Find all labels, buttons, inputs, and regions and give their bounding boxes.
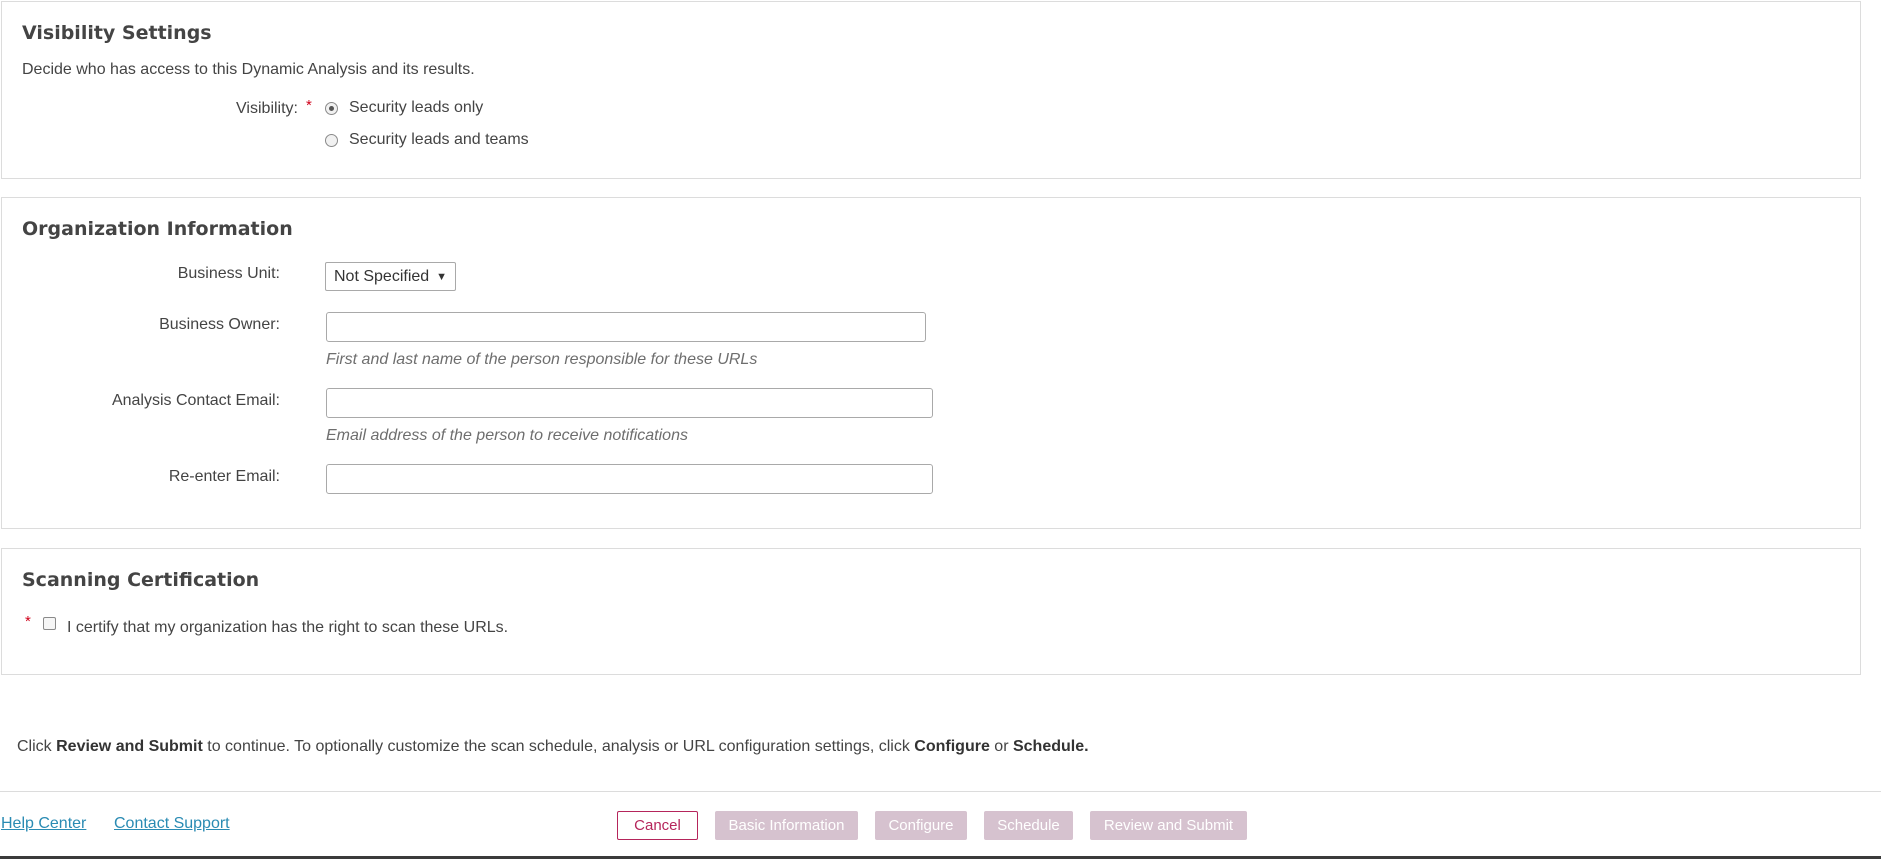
basic-information-button[interactable]: Basic Information (715, 811, 858, 840)
business-unit-label: Business Unit: (177, 265, 280, 282)
certification-required-marker: * (25, 613, 31, 630)
radio-button[interactable] (325, 133, 338, 147)
visibility-label: Visibility: (236, 100, 298, 117)
reenter-email-input[interactable] (326, 464, 933, 494)
radio-button[interactable] (325, 101, 338, 115)
business-unit-value: Not Specified (334, 267, 430, 285)
instructions-text: Click Review and Submit to continue. To … (17, 738, 1089, 756)
review-and-submit-button[interactable]: Review and Submit (1090, 811, 1247, 840)
visibility-required-marker: * (306, 97, 312, 114)
help-center-link[interactable]: Help Center (1, 815, 86, 833)
business-unit-select[interactable]: Not Specified ▼ (325, 262, 456, 291)
radio-label: Security leads only (349, 99, 484, 116)
visibility-settings-title: Visibility Settings (22, 22, 212, 44)
analysis-contact-email-hint: Email address of the person to receive n… (326, 427, 688, 444)
organization-information-title: Organization Information (22, 218, 293, 240)
instructions-review-submit: Review and Submit (56, 738, 203, 755)
business-owner-input[interactable] (326, 312, 926, 342)
instructions-part1: Click (17, 738, 57, 755)
analysis-contact-email-input[interactable] (326, 388, 933, 418)
schedule-button[interactable]: Schedule (984, 811, 1073, 840)
certify-checkbox-label: I certify that my organization has the r… (67, 619, 509, 636)
organization-information-panel: Organization Information Business Unit: … (1, 197, 1861, 529)
radio-security-leads-and-teams[interactable]: Security leads and teams (325, 131, 529, 149)
instructions-part2: to continue. To optionally customize the… (202, 738, 915, 755)
certify-checkbox[interactable] (43, 617, 56, 630)
instructions-schedule: Schedule. (1012, 738, 1089, 755)
configure-button[interactable]: Configure (875, 811, 967, 840)
scanning-certification-panel: Scanning Certification * I certify that … (1, 548, 1861, 675)
scanning-certification-title: Scanning Certification (22, 569, 260, 591)
analysis-contact-email-label: Analysis Contact Email: (111, 392, 280, 409)
reenter-email-label: Re-enter Email: (168, 468, 280, 485)
radio-security-leads-only[interactable]: Security leads only (325, 99, 483, 117)
visibility-description: Decide who has access to this Dynamic An… (22, 61, 475, 78)
caret-down-icon: ▼ (436, 270, 447, 283)
footer-divider (0, 791, 1881, 792)
radio-label: Security leads and teams (349, 131, 529, 148)
cancel-button[interactable]: Cancel (617, 811, 698, 840)
business-owner-hint: First and last name of the person respon… (326, 351, 758, 368)
instructions-configure: Configure (914, 738, 990, 755)
business-owner-label: Business Owner: (159, 316, 280, 333)
instructions-part3: or (989, 738, 1013, 755)
contact-support-link[interactable]: Contact Support (114, 815, 230, 833)
visibility-settings-panel: Visibility Settings Decide who has acces… (1, 1, 1861, 179)
